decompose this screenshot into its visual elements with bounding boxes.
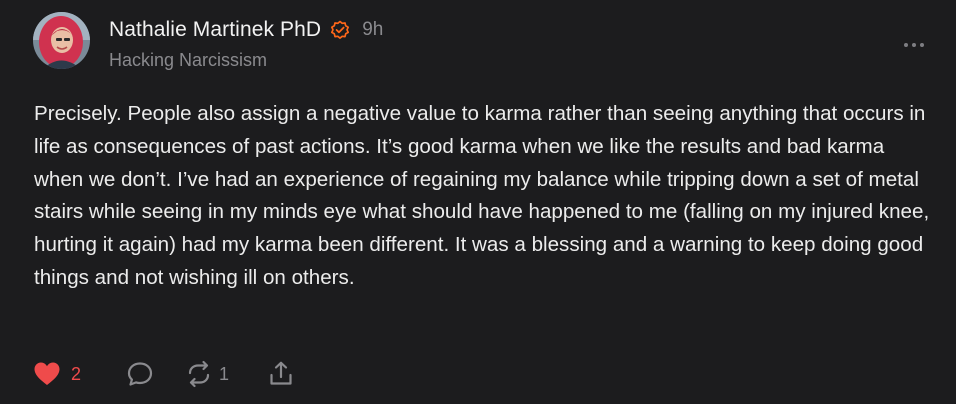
- restack-button[interactable]: 1: [185, 360, 229, 388]
- author-name[interactable]: Nathalie Martinek PhD: [109, 18, 321, 42]
- more-options-button[interactable]: [898, 35, 930, 55]
- like-button[interactable]: 2: [33, 361, 81, 387]
- post-timestamp: 9h: [362, 19, 384, 40]
- note-post: Nathalie Martinek PhD 9h Hacking Narciss…: [0, 0, 956, 404]
- restack-count: 1: [219, 363, 230, 384]
- publication-name[interactable]: Hacking Narcissism: [109, 50, 267, 71]
- share-upload-icon: [270, 361, 292, 385]
- heart-icon: [34, 362, 60, 385]
- action-bar: 2 1: [33, 359, 295, 389]
- comment-bubble-icon: [127, 362, 153, 386]
- more-horizontal-icon: [904, 43, 924, 47]
- post-body: Precisely. People also assign a negative…: [34, 102, 930, 289]
- share-button[interactable]: [267, 360, 295, 388]
- restack-arrows-icon: [188, 360, 210, 388]
- author-header: Nathalie Martinek PhD 9h: [109, 16, 383, 44]
- author-avatar[interactable]: [33, 12, 90, 69]
- like-count: 2: [71, 363, 82, 384]
- verified-badge-icon: [330, 20, 350, 40]
- comment-button[interactable]: [126, 360, 154, 388]
